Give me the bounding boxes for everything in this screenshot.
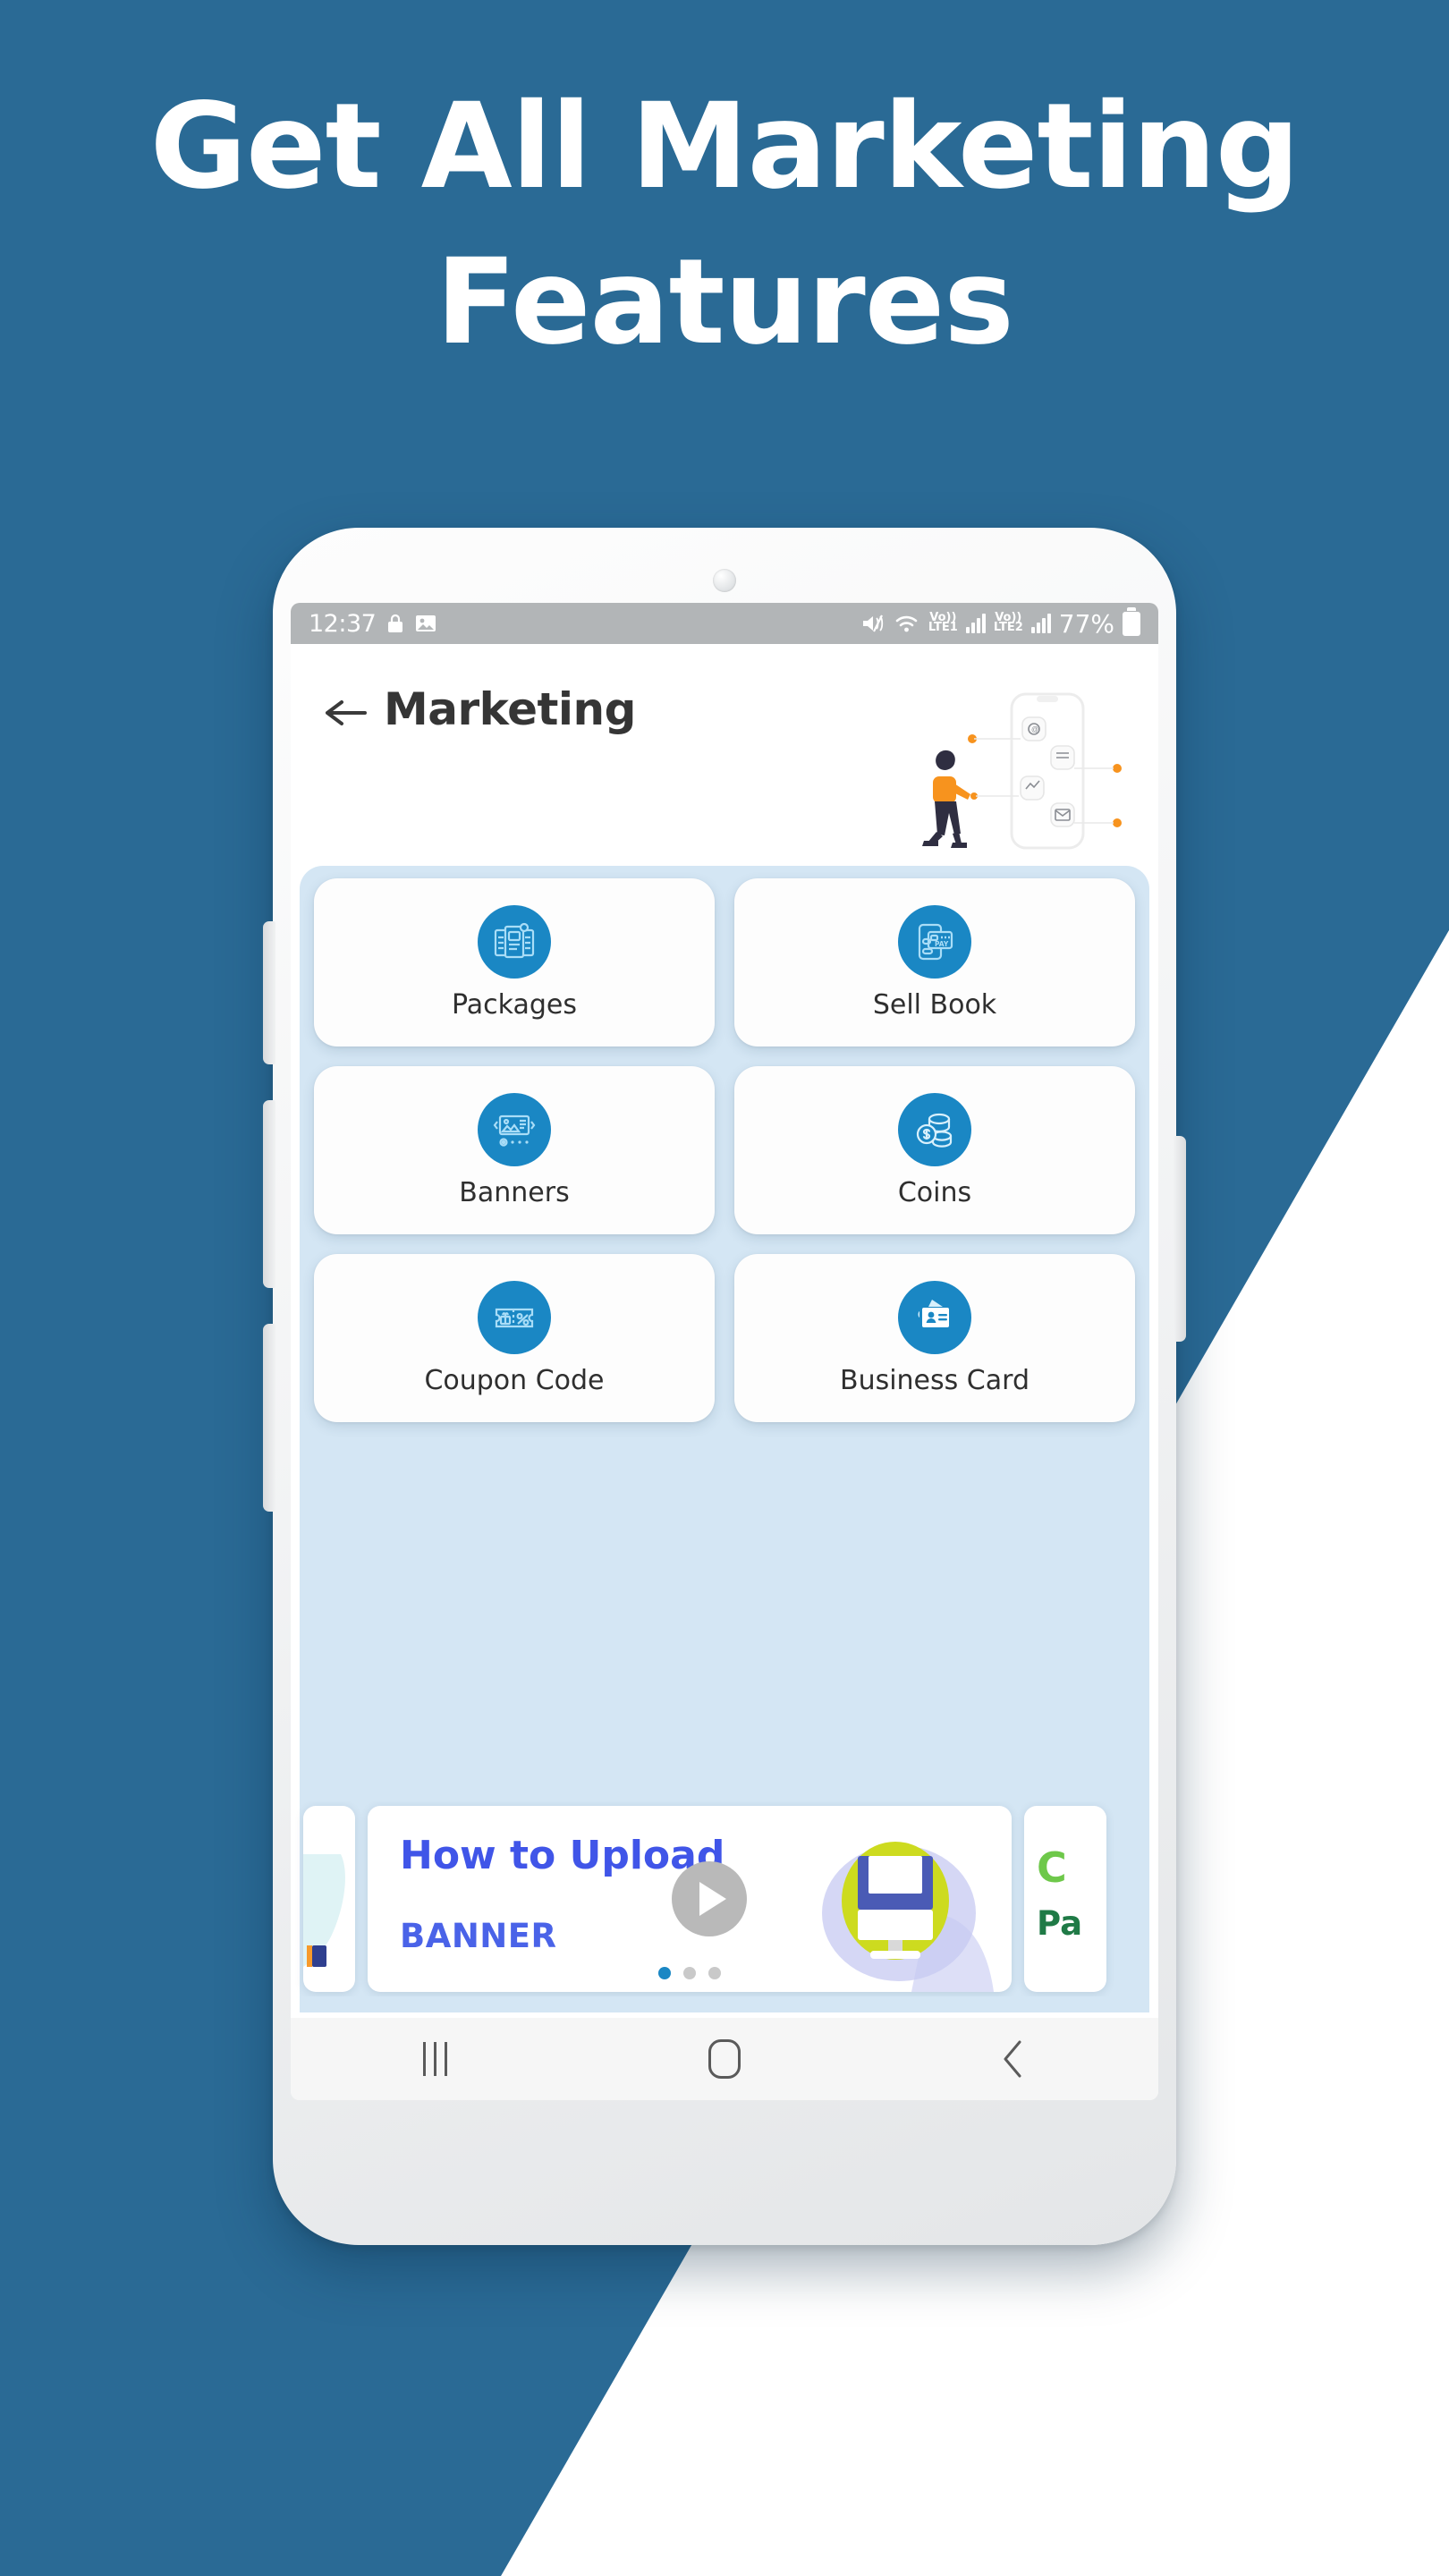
headline-line-1: Get All Marketing bbox=[149, 78, 1301, 216]
feature-grid: Packages PAY Sell Book Banners Coins Cou… bbox=[314, 878, 1135, 1422]
carousel-dot-2[interactable] bbox=[683, 1967, 696, 1979]
volte2-icon: Vo)) LTE2 bbox=[993, 611, 1023, 634]
coupon-percent-icon bbox=[478, 1280, 551, 1354]
next-slide-text: C Pa bbox=[1037, 1847, 1082, 1943]
packages-icon bbox=[478, 904, 551, 979]
feature-card-banners[interactable]: Banners bbox=[314, 1066, 715, 1234]
business-card-icon bbox=[898, 1280, 971, 1354]
lock-icon bbox=[386, 613, 404, 634]
carousel-dot-1[interactable] bbox=[658, 1967, 671, 1979]
phone-button-volume-up[interactable] bbox=[263, 1100, 275, 1288]
previous-slide-thumbnail bbox=[303, 1854, 345, 1967]
carousel-slide-previous[interactable] bbox=[303, 1806, 355, 1992]
feature-card-coins[interactable]: Coins bbox=[734, 1066, 1135, 1234]
carousel-title-line-2: BANNER bbox=[400, 1917, 557, 1955]
android-nav-bar bbox=[291, 2018, 1158, 2100]
phone-button-bixby[interactable] bbox=[263, 921, 275, 1064]
next-slide-title-line-1: C bbox=[1037, 1843, 1067, 1892]
signal-bars-icon-2 bbox=[1030, 614, 1051, 633]
feature-card-label: Business Card bbox=[839, 1364, 1030, 1396]
feature-card-label: Banners bbox=[459, 1176, 570, 1208]
app-header: Marketing @ bbox=[291, 644, 1158, 866]
status-bar: 12:37 Vo)) LTE1 Vo)) LTE2 77% bbox=[291, 603, 1158, 644]
image-icon bbox=[415, 614, 436, 633]
phone-mockup: 12:37 Vo)) LTE1 Vo)) LTE2 77% Marketing … bbox=[263, 528, 1186, 2245]
mute-icon bbox=[860, 613, 886, 634]
marketing-person-phone-illustration: @ bbox=[922, 692, 1122, 850]
battery-icon bbox=[1123, 606, 1140, 636]
headline-line-2: Features bbox=[436, 233, 1014, 371]
feature-card-label: Coins bbox=[897, 1176, 972, 1208]
feature-card-label: Packages bbox=[452, 988, 577, 1021]
status-time: 12:37 bbox=[309, 609, 377, 638]
next-slide-title-line-2: Pa bbox=[1037, 1904, 1083, 1943]
recents-icon[interactable] bbox=[382, 2018, 489, 2100]
front-camera-icon bbox=[713, 569, 736, 592]
status-bar-left: 12:37 bbox=[309, 610, 436, 638]
carousel-slide-next[interactable]: C Pa bbox=[1024, 1806, 1106, 1992]
feature-card-label: Coupon Code bbox=[424, 1364, 605, 1396]
svg-text:@: @ bbox=[1031, 725, 1038, 733]
coins-icon bbox=[898, 1092, 971, 1166]
battery-percent: 77% bbox=[1058, 608, 1114, 639]
carousel-slide-active[interactable]: How to Upload BANNER bbox=[368, 1806, 1012, 1992]
feature-card-business-card[interactable]: Business Card bbox=[734, 1254, 1135, 1422]
phone-button-volume-down[interactable] bbox=[263, 1324, 275, 1512]
app-page-title: Marketing bbox=[384, 683, 636, 735]
volte1-icon: Vo)) LTE1 bbox=[928, 611, 958, 634]
svg-text:PAY: PAY bbox=[935, 940, 949, 948]
phone-button-power[interactable] bbox=[1174, 1136, 1186, 1342]
feature-card-sell-book[interactable]: PAY Sell Book bbox=[734, 878, 1135, 1046]
phone-screen: 12:37 Vo)) LTE1 Vo)) LTE2 77% Marketing … bbox=[291, 603, 1158, 2100]
carousel-title-line-1: How to Upload bbox=[400, 1833, 725, 1878]
carousel-dot-3[interactable] bbox=[708, 1967, 721, 1979]
play-icon[interactable] bbox=[672, 1861, 747, 1936]
status-bar-right: Vo)) LTE1 Vo)) LTE2 77% bbox=[860, 606, 1140, 639]
feature-card-packages[interactable]: Packages bbox=[314, 878, 715, 1046]
feature-card-label: Sell Book bbox=[872, 988, 997, 1021]
monitor-graphic bbox=[822, 1842, 994, 1992]
arrow-left-icon[interactable] bbox=[321, 689, 369, 737]
back-icon[interactable] bbox=[960, 2018, 1067, 2100]
pay-phone-icon: PAY bbox=[898, 904, 971, 979]
feature-card-coupon-code[interactable]: Coupon Code bbox=[314, 1254, 715, 1422]
wifi-icon bbox=[894, 613, 920, 634]
home-icon[interactable] bbox=[671, 2018, 778, 2100]
page-title: Get All Marketing Features bbox=[0, 88, 1449, 361]
signal-bars-icon-1 bbox=[965, 614, 986, 633]
carousel-dots[interactable] bbox=[658, 1967, 721, 1979]
app-content: Packages PAY Sell Book Banners Coins Cou… bbox=[291, 866, 1158, 2018]
banner-carousel[interactable]: How to Upload BANNER C Pa bbox=[291, 1801, 1158, 1996]
banner-slideshow-icon bbox=[478, 1092, 551, 1166]
